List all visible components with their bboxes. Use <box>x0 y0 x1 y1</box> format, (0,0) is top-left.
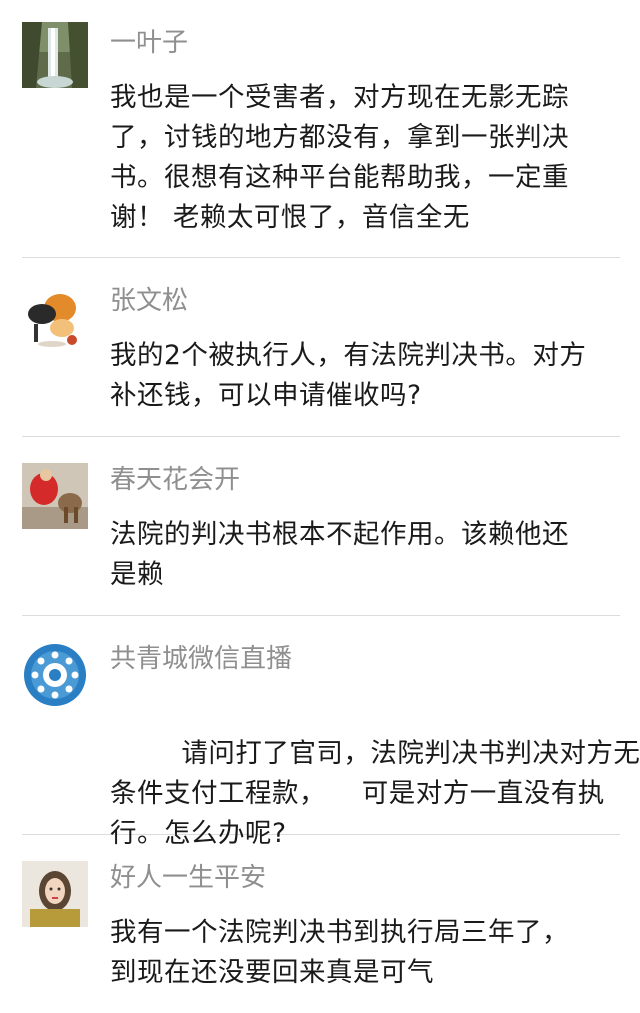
comment-item: 共青城微信直播 请问打了官司，法院判决书判决对方无条件支付工程款， 可是对方一直… <box>0 616 640 849</box>
comment-text: 我也是一个受害者，对方现在无影无踪 了，讨钱的地方都没有，拿到一张判决 书。很想… <box>110 78 622 238</box>
comment-line: 到现在还没要回来真是可气 <box>110 957 434 988</box>
comment-item: 张文松 我的2个被执行人，有法院判决书。对方 补还钱，可以申请催收吗? <box>0 258 640 436</box>
comment-text: 我的2个被执行人，有法院判决书。对方 补还钱，可以申请催收吗? <box>110 336 622 416</box>
commenter-name[interactable]: 好人一生平安 <box>110 861 622 895</box>
comment-item: 一叶子 我也是一个受害者，对方现在无影无踪 了，讨钱的地方都没有，拿到一张判决 … <box>0 0 640 257</box>
comment-line: 条件支付工程款， 可是对方一直没有执 <box>110 778 605 809</box>
avatar[interactable] <box>22 284 88 350</box>
comment-item: 春天花会开 法院的判决书根本不起作用。该赖他还 是赖 <box>0 437 640 615</box>
commenter-name[interactable]: 一叶子 <box>110 26 622 60</box>
avatar[interactable] <box>22 861 88 927</box>
comment-text: 法院的判决书根本不起作用。该赖他还 是赖 <box>110 515 622 595</box>
comment-line: 了，讨钱的地方都没有，拿到一张判决 <box>110 122 569 153</box>
comment-line: 我也是一个受害者，对方现在无影无踪 <box>110 82 569 113</box>
commenter-name[interactable]: 共青城微信直播 <box>110 642 622 676</box>
comment-line: 书。很想有这种平台能帮助我，一定重 <box>110 162 569 193</box>
comment-line: 我的2个被执行人，有法院判决书。对方 <box>110 340 587 371</box>
avatar[interactable] <box>22 22 88 88</box>
comment-line: 我有一个法院判决书到执行局三年了， <box>110 917 569 948</box>
comment-text: 我有一个法院判决书到执行局三年了， 到现在还没要回来真是可气 <box>110 913 622 993</box>
comment-list: 一叶子 我也是一个受害者，对方现在无影无踪 了，讨钱的地方都没有，拿到一张判决 … <box>0 0 640 1011</box>
comment-line: 法院的判决书根本不起作用。该赖他还 <box>110 519 569 550</box>
comment-item: 好人一生平安 我有一个法院判决书到执行局三年了， 到现在还没要回来真是可气 <box>0 835 640 1011</box>
comment-line: 是赖 <box>110 559 164 590</box>
commenter-name[interactable]: 张文松 <box>110 284 622 318</box>
commenter-name[interactable]: 春天花会开 <box>110 463 622 497</box>
comment-line: 补还钱，可以申请催收吗? <box>110 380 422 411</box>
avatar[interactable] <box>22 642 88 708</box>
comment-line: 谢！ 老赖太可恨了，音信全无 <box>110 202 470 233</box>
avatar[interactable] <box>22 463 88 529</box>
comment-line: 请问打了官司，法院判决书判决对方无 <box>181 738 640 769</box>
